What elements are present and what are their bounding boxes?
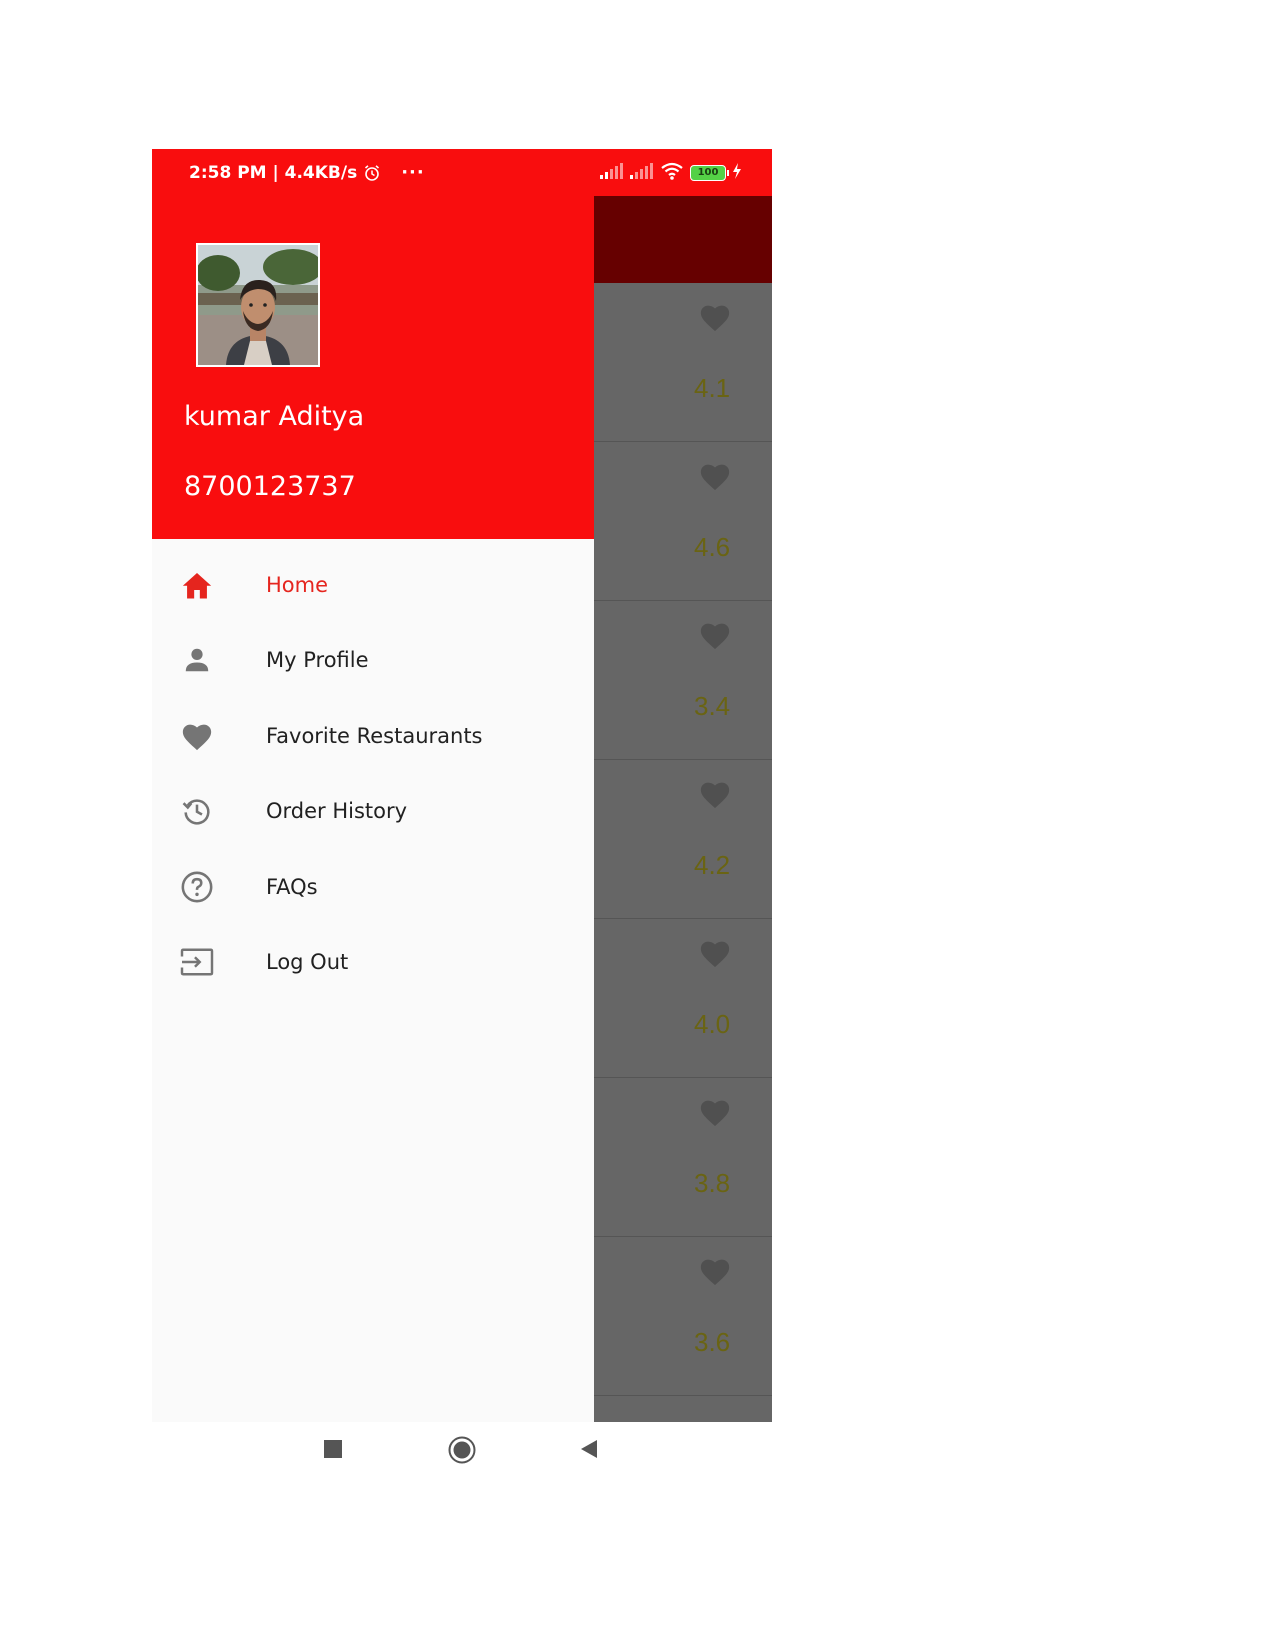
drawer-header: kumar Aditya 8700123737 (152, 149, 594, 539)
help-icon (179, 869, 215, 905)
restaurant-card: 4.2 (594, 760, 772, 919)
person-icon (179, 642, 215, 678)
history-icon (179, 793, 215, 829)
menu-item-label: Order History (266, 799, 408, 824)
recents-button[interactable] (323, 1439, 343, 1463)
restaurant-card: 3.8 (594, 1078, 772, 1237)
home-icon (179, 567, 215, 603)
menu-item-label: Home (266, 572, 329, 597)
favorite-heart-icon (700, 464, 730, 491)
back-button[interactable] (579, 1439, 599, 1463)
favorite-heart-icon (700, 623, 730, 650)
status-left: 2:58 PM | 4.4KB/s ··· (189, 149, 425, 196)
signal-icon-2 (630, 162, 654, 183)
home-button[interactable] (448, 1436, 476, 1468)
restaurant-rating: 3.6 (694, 1327, 731, 1357)
drawer-menu: Home My Profile Favorite Restaurants Ord… (152, 547, 594, 1000)
favorite-heart-icon (700, 782, 730, 809)
navigation-drawer: kumar Aditya 8700123737 Home My Profile (152, 149, 594, 1422)
restaurant-card: 4.0 (594, 919, 772, 1078)
heart-icon (179, 718, 215, 754)
menu-item-label: FAQs (266, 874, 318, 899)
restaurant-rating: 4.1 (694, 373, 731, 403)
user-name: kumar Aditya (184, 401, 365, 432)
background-restaurant-list: 4.1 4.6 3.4 4.2 4.0 3.8 3.6 (594, 283, 772, 1422)
status-bar: 2:58 PM | 4.4KB/s ··· 100 (152, 149, 772, 196)
charging-icon (732, 162, 742, 183)
more-notifications-icon: ··· (401, 162, 425, 183)
menu-item-home[interactable]: Home (152, 547, 594, 623)
menu-item-order-history[interactable]: Order History (152, 774, 594, 850)
menu-item-label: Favorite Restaurants (266, 723, 483, 748)
user-phone: 8700123737 (184, 471, 356, 502)
restaurant-rating: 4.2 (694, 850, 731, 880)
battery-icon: 100 (690, 164, 729, 181)
restaurant-card: 4.1 (594, 283, 772, 442)
menu-item-faqs[interactable]: FAQs (152, 849, 594, 925)
menu-item-log-out[interactable]: Log Out (152, 925, 594, 1001)
restaurant-card: 4.6 (594, 442, 772, 601)
status-right: 100 (600, 149, 742, 196)
restaurant-rating: 3.4 (694, 691, 731, 721)
menu-item-label: My Profile (266, 648, 369, 673)
signal-icon (600, 162, 624, 183)
background-content: 4.1 4.6 3.4 4.2 4.0 3.8 3.6 (594, 196, 772, 1422)
menu-item-my-profile[interactable]: My Profile (152, 623, 594, 699)
logout-icon (179, 944, 215, 980)
restaurant-rating: 4.0 (694, 1009, 731, 1039)
phone-screen: 2:58 PM | 4.4KB/s ··· 100 4.1 4.6 3.4 4.… (152, 149, 772, 1482)
favorite-heart-icon (700, 1259, 730, 1286)
restaurant-rating: 3.8 (694, 1168, 731, 1198)
alarm-icon (363, 164, 381, 182)
wifi-icon (660, 162, 684, 184)
favorite-heart-icon (700, 305, 730, 332)
favorite-heart-icon (700, 1100, 730, 1127)
menu-item-favorite-restaurants[interactable]: Favorite Restaurants (152, 698, 594, 774)
restaurant-card: 3.6 (594, 1237, 772, 1396)
restaurant-card: 3.4 (594, 601, 772, 760)
system-navigation-bar (152, 1422, 772, 1482)
status-time-speed: 2:58 PM | 4.4KB/s (189, 162, 358, 183)
menu-item-label: Log Out (266, 950, 349, 975)
avatar[interactable] (196, 243, 320, 367)
background-toolbar (594, 196, 772, 283)
restaurant-rating: 4.6 (694, 532, 731, 562)
favorite-heart-icon (700, 941, 730, 968)
